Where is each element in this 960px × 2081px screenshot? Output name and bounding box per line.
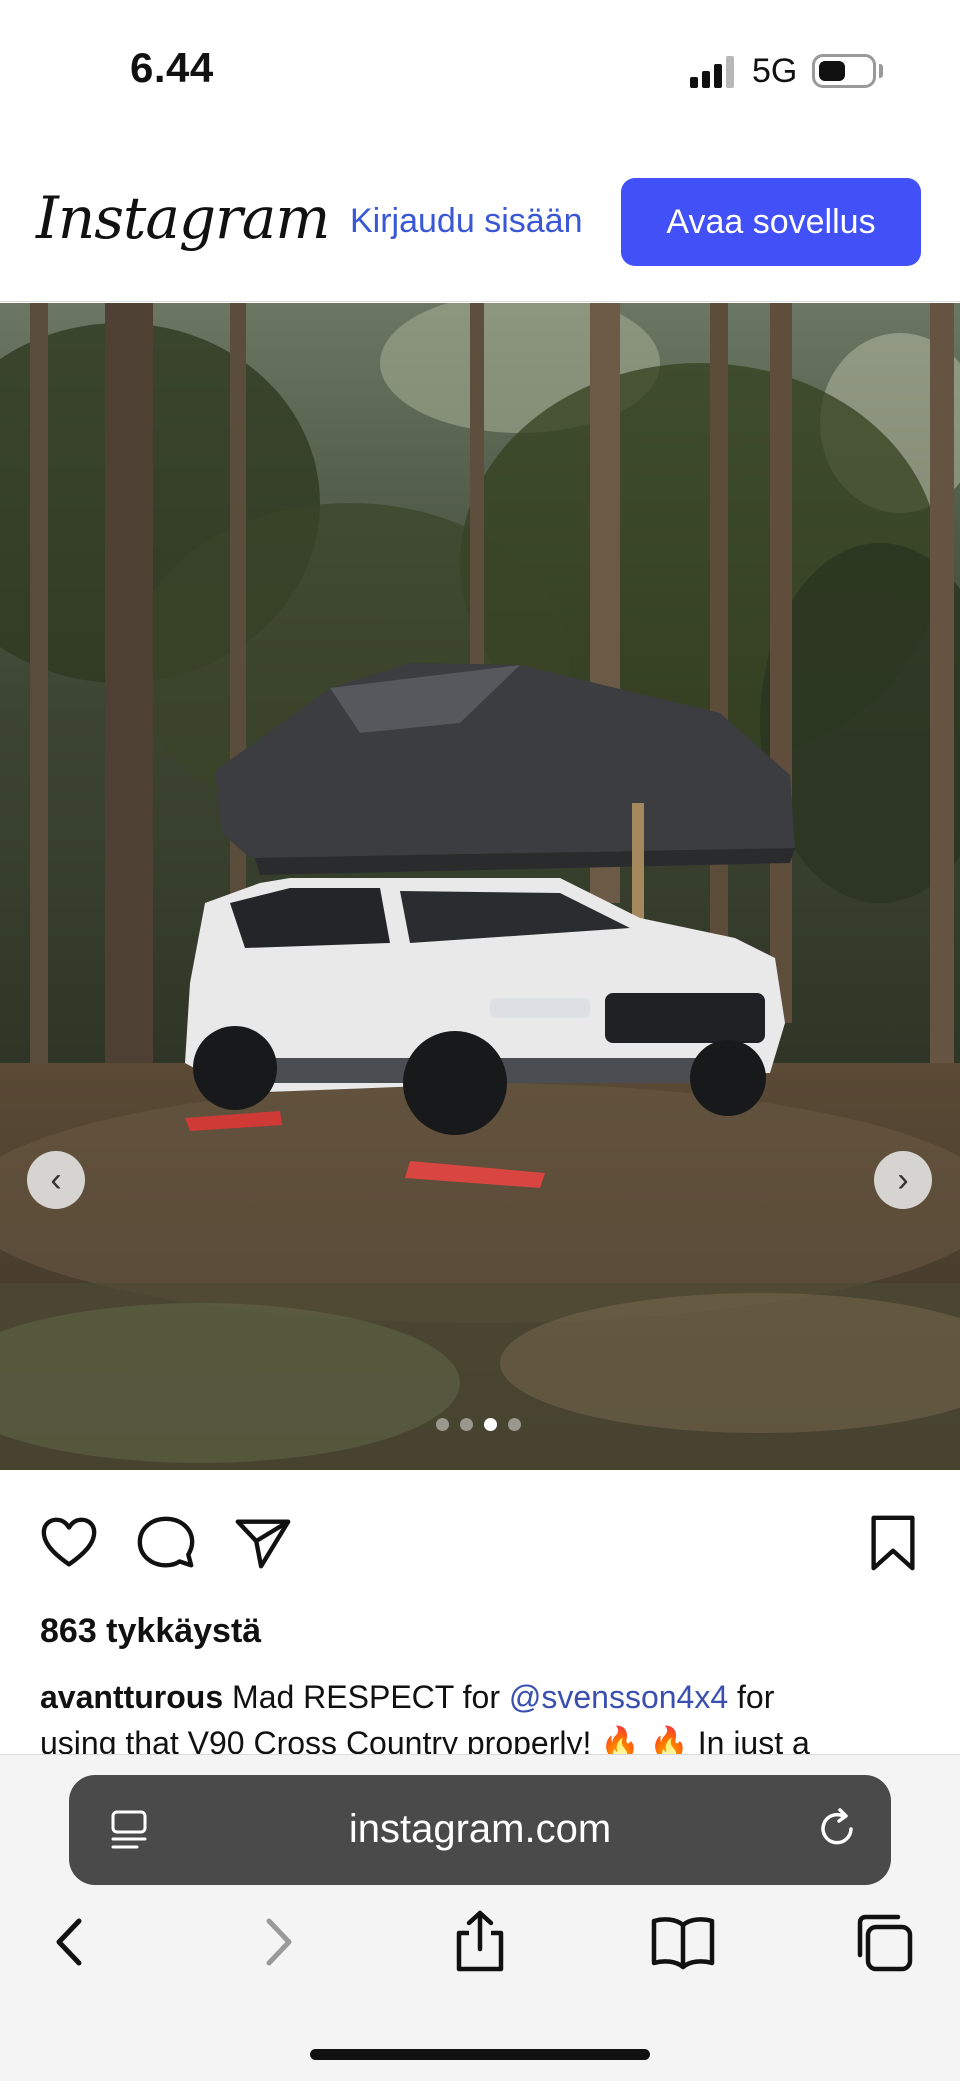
bookmarks-icon[interactable] xyxy=(648,1907,718,1977)
post-actions xyxy=(0,1500,960,1590)
send-icon[interactable] xyxy=(232,1512,294,1574)
back-icon[interactable] xyxy=(35,1907,105,1977)
caption-text-after: for xyxy=(728,1679,775,1715)
status-time: 6.44 xyxy=(130,44,214,91)
browser-chrome: instagram.com xyxy=(0,1754,960,2081)
caption-mention[interactable]: @svensson4x4 xyxy=(509,1679,728,1715)
reload-icon[interactable] xyxy=(813,1805,861,1853)
status-bar: 6.44 5G xyxy=(0,0,960,140)
comment-icon[interactable] xyxy=(135,1512,197,1574)
open-app-button[interactable]: Avaa sovellus xyxy=(621,178,921,266)
network-type: 5G xyxy=(752,52,798,90)
heart-icon[interactable] xyxy=(38,1512,100,1574)
carousel-dot xyxy=(508,1418,521,1431)
carousel-prev-button[interactable]: ‹ xyxy=(27,1151,85,1209)
carousel-dot xyxy=(436,1418,449,1431)
home-indicator[interactable] xyxy=(310,2049,650,2060)
forward-icon[interactable] xyxy=(243,1907,313,1977)
carousel-dot-active xyxy=(484,1418,497,1431)
instagram-header: Instagram Kirjaudu sisään Avaa sovellus xyxy=(0,140,960,302)
post-photo[interactable]: ‹ › xyxy=(0,303,960,1470)
carousel-dot xyxy=(460,1418,473,1431)
bookmark-icon[interactable] xyxy=(862,1512,924,1574)
likes-count[interactable]: 863 tykkäystä xyxy=(40,1612,261,1651)
caption-username[interactable]: avantturous xyxy=(40,1679,223,1715)
battery-icon xyxy=(812,54,876,88)
login-link[interactable]: Kirjaudu sisään xyxy=(350,202,582,241)
carousel-next-button[interactable]: › xyxy=(874,1151,932,1209)
caption-text: Mad RESPECT for xyxy=(223,1679,509,1715)
forest-car-scene xyxy=(0,303,960,1470)
url-text[interactable]: instagram.com xyxy=(69,1807,891,1852)
carousel-indicator xyxy=(436,1418,521,1431)
address-bar[interactable]: instagram.com xyxy=(69,1775,891,1885)
cellular-signal-icon xyxy=(690,56,736,88)
share-icon[interactable] xyxy=(445,1907,515,1977)
chevron-right-icon: › xyxy=(897,1160,909,1199)
caption-line-1: avantturous Mad RESPECT for @svensson4x4… xyxy=(40,1674,930,1720)
instagram-logo[interactable]: Instagram xyxy=(36,184,330,252)
battery-tip xyxy=(879,64,883,78)
tabs-icon[interactable] xyxy=(850,1907,920,1977)
chevron-left-icon: ‹ xyxy=(50,1160,62,1199)
